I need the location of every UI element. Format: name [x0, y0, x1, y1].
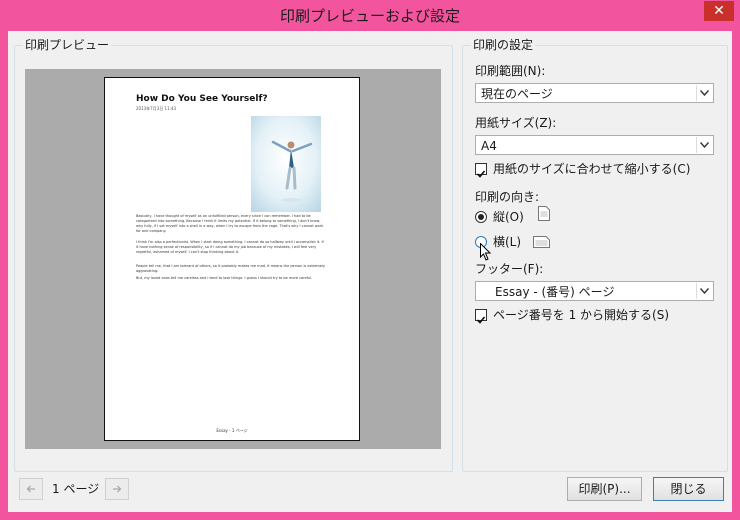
- start-at-one-label[interactable]: ページ番号を 1 から開始する(S): [493, 307, 669, 323]
- settings-group: 印刷の設定 印刷範囲(N): 現在のページ 用紙サイズ(Z): A4 用紙のサイ…: [462, 37, 728, 472]
- preview-group-label: 印刷プレビュー: [23, 37, 112, 53]
- settings-group-label: 印刷の設定: [471, 37, 536, 53]
- fit-to-paper-label[interactable]: 用紙のサイズに合わせて縮小する(C): [493, 161, 690, 177]
- doc-paragraph: I think I'm also a perfectionist. When I…: [136, 240, 324, 254]
- landscape-page-icon: [533, 233, 550, 252]
- arrow-left-icon: [26, 485, 35, 493]
- footer-label: フッター(F):: [475, 262, 544, 276]
- close-button[interactable]: 閉じる: [653, 477, 724, 501]
- preview-area: How Do You See Yourself? 2013年7月3日 11:43: [25, 69, 441, 449]
- arrow-right-icon: [113, 485, 122, 493]
- checkmark-icon: [476, 316, 486, 324]
- page-indicator: 1 ページ: [52, 482, 100, 496]
- start-at-one-checkbox[interactable]: [475, 309, 487, 324]
- portrait-page-icon: [538, 206, 550, 225]
- chevron-down-icon[interactable]: [696, 137, 712, 153]
- prev-page-button[interactable]: [19, 478, 43, 500]
- checkmark-icon: [476, 170, 486, 178]
- orientation-label: 印刷の向き:: [475, 190, 540, 204]
- print-range-dropdown[interactable]: 現在のページ: [475, 83, 714, 103]
- doc-paragraph: People tell me, that I am tolerant of ot…: [136, 264, 326, 273]
- window-close-button[interactable]: ✕: [704, 1, 734, 21]
- portrait-label[interactable]: 縦(O): [493, 209, 524, 225]
- doc-photo: [251, 116, 321, 212]
- print-range-value: 現在のページ: [481, 87, 553, 101]
- doc-footer: Essay - 1 ページ: [216, 428, 248, 433]
- preview-group: 印刷プレビュー How Do You See Yourself? 2013年7月…: [14, 37, 453, 472]
- portrait-radio[interactable]: [475, 211, 487, 223]
- footer-dropdown[interactable]: Essay - (番号) ページ: [475, 281, 714, 301]
- fit-to-paper-checkbox[interactable]: [475, 163, 487, 178]
- chevron-down-icon[interactable]: [696, 283, 712, 299]
- doc-paragraph: Basically, I have thought of myself as a…: [136, 214, 324, 233]
- print-range-label: 印刷範囲(N):: [475, 64, 546, 78]
- doc-date: 2013年7月3日 11:43: [136, 106, 177, 111]
- window-title: 印刷プレビューおよび設定: [279, 7, 460, 25]
- dialog-body: 印刷プレビュー How Do You See Yourself? 2013年7月…: [8, 31, 732, 512]
- footer-value: Essay - (番号) ページ: [495, 285, 615, 299]
- doc-title: How Do You See Yourself?: [136, 94, 268, 104]
- print-button[interactable]: 印刷(P)...: [567, 477, 642, 501]
- landscape-label[interactable]: 横(L): [493, 234, 521, 250]
- paper-size-label: 用紙サイズ(Z):: [475, 116, 557, 130]
- paper-size-value: A4: [481, 139, 497, 153]
- chevron-down-icon[interactable]: [696, 85, 712, 101]
- paper-size-dropdown[interactable]: A4: [475, 135, 714, 155]
- preview-page: How Do You See Yourself? 2013年7月3日 11:43: [104, 77, 360, 441]
- person-photo-icon: [251, 116, 321, 212]
- doc-paragraph: But, my loved ones tell me careless and …: [136, 276, 313, 280]
- next-page-button[interactable]: [105, 478, 129, 500]
